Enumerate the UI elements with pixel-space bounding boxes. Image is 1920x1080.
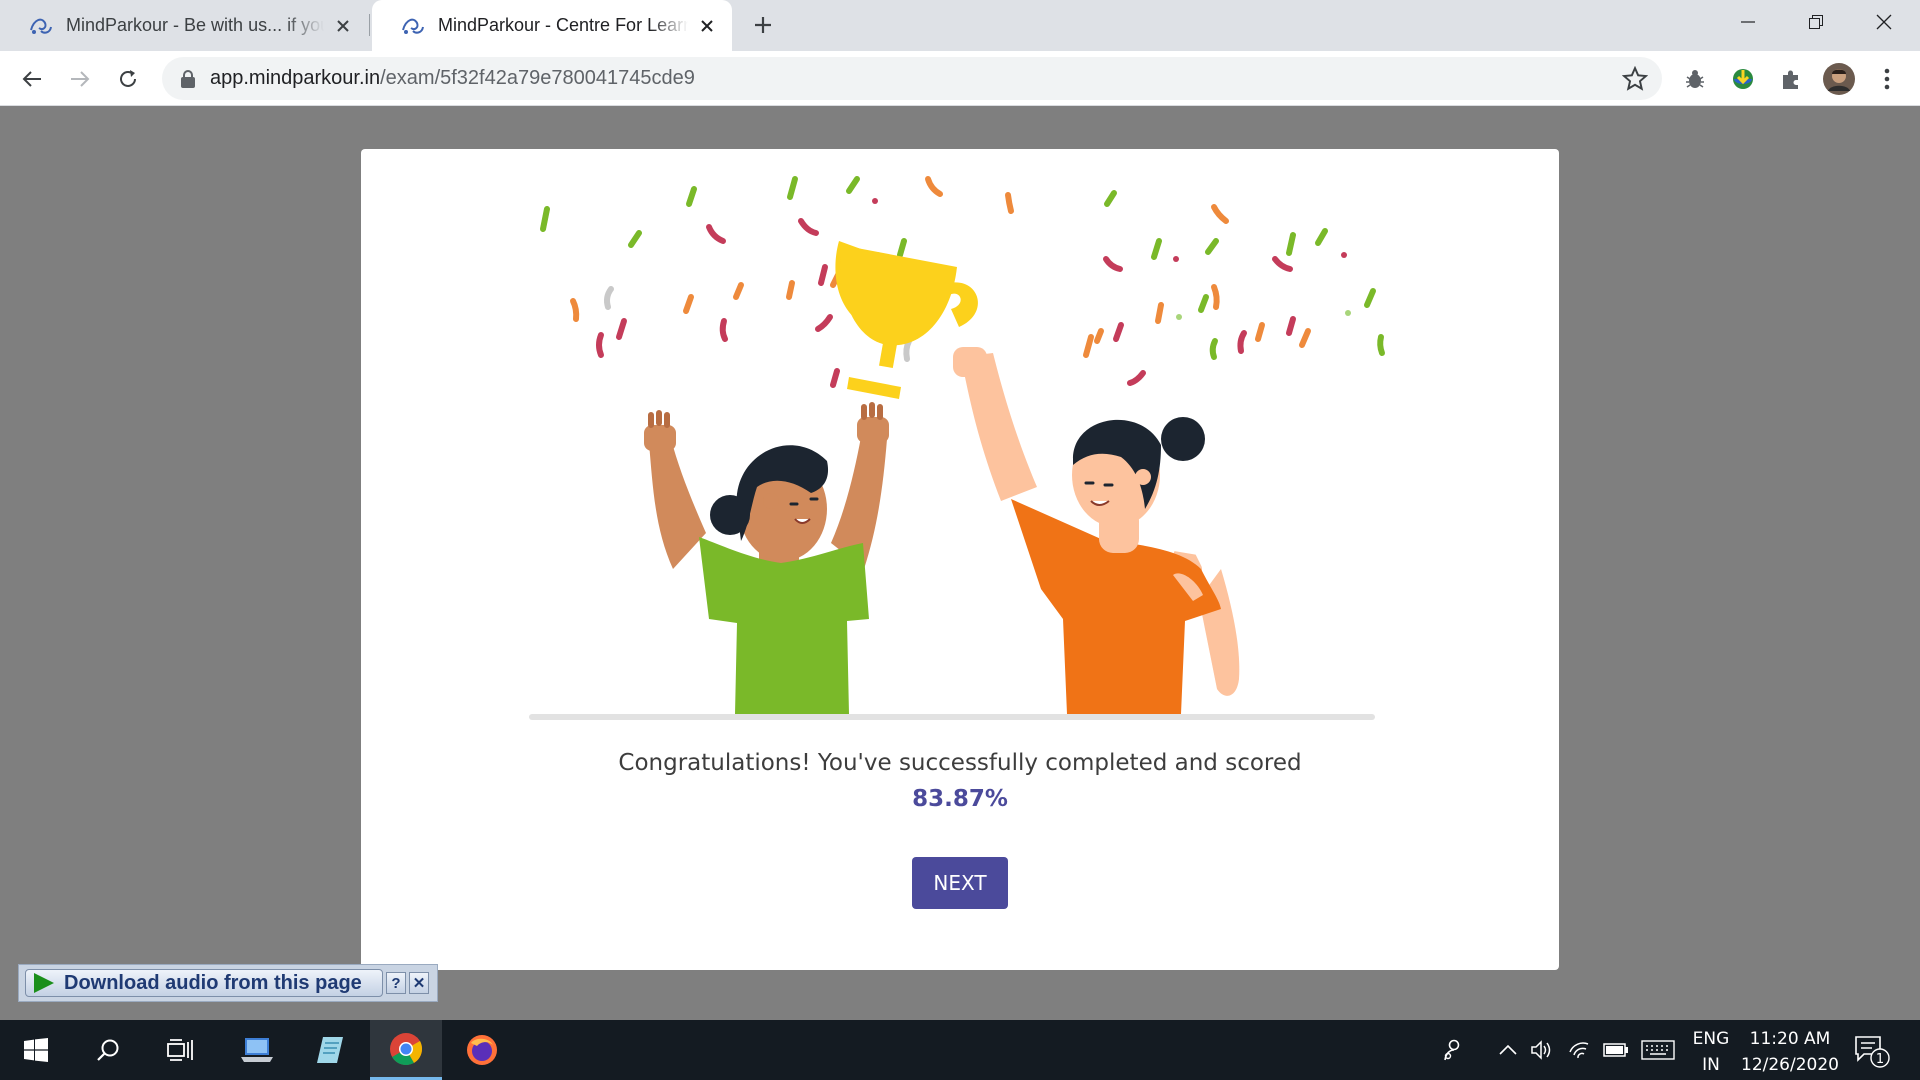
trophy xyxy=(835,241,978,399)
close-bar-button[interactable]: ✕ xyxy=(409,972,429,994)
download-audio-label: Download audio from this page xyxy=(64,971,362,994)
firefox-icon xyxy=(467,1035,497,1065)
exam-result-modal: Congratulations! You've successfully com… xyxy=(361,149,1559,970)
clock-date: 12/26/2020 xyxy=(1741,1055,1839,1075)
taskbar-app-laptop[interactable] xyxy=(221,1020,293,1080)
touch-keyboard-icon[interactable] xyxy=(1640,1034,1676,1066)
search-button[interactable] xyxy=(72,1020,144,1080)
taskbar-app-notes[interactable] xyxy=(294,1020,366,1080)
address-bar[interactable]: app.mindparkour.in/exam/5f32f42a79e78004… xyxy=(162,57,1662,100)
tab-title: MindParkour - Centre For Learning xyxy=(438,15,688,35)
bug-extension-icon[interactable] xyxy=(1679,63,1711,95)
start-button[interactable] xyxy=(0,1020,72,1080)
green-shirt-person xyxy=(644,402,889,714)
ground-line xyxy=(529,714,1375,720)
profile-avatar[interactable] xyxy=(1823,63,1855,95)
mindparkour-favicon-icon xyxy=(30,18,52,34)
page-viewport: Congratulations! You've successfully com… xyxy=(0,106,1920,1020)
taskbar: ENG IN 11:20 AM 12/26/2020 1 xyxy=(0,1020,1920,1080)
language-code: ENG xyxy=(1692,1029,1730,1049)
volume-icon[interactable] xyxy=(1526,1034,1558,1066)
congratulations-message: Congratulations! You've successfully com… xyxy=(618,750,1302,776)
action-center-button[interactable]: 1 xyxy=(1852,1034,1892,1068)
chrome-icon xyxy=(390,1032,423,1065)
download-audio-bar: Download audio from this page ? ✕ xyxy=(18,964,438,1002)
reload-button[interactable] xyxy=(110,61,146,97)
notification-icon: 1 xyxy=(1855,1036,1890,1068)
tab-mindparkour-learning[interactable]: MindParkour - Centre For Learning xyxy=(372,0,732,51)
search-icon xyxy=(97,1039,119,1061)
play-icon xyxy=(34,973,54,993)
bookmark-star-icon[interactable] xyxy=(1622,66,1648,92)
notification-count: 1 xyxy=(1876,1052,1884,1067)
task-view-icon xyxy=(167,1039,193,1061)
back-button[interactable] xyxy=(14,61,50,97)
url-text: app.mindparkour.in/exam/5f32f42a79e78004… xyxy=(210,67,695,90)
language-indicator[interactable]: ENG IN xyxy=(1690,1026,1732,1078)
laptop-app-icon xyxy=(241,1038,273,1062)
show-hidden-icons-chevron-icon[interactable] xyxy=(1492,1034,1524,1066)
extensions-puzzle-icon[interactable] xyxy=(1775,63,1807,95)
taskbar-app-firefox[interactable] xyxy=(446,1020,518,1080)
people-icon[interactable] xyxy=(1437,1034,1469,1066)
celebration-illustration xyxy=(529,176,1385,720)
orange-shirt-person-with-trophy xyxy=(835,241,1240,714)
next-button[interactable]: NEXT xyxy=(912,857,1008,909)
new-tab-button[interactable] xyxy=(748,10,778,40)
download-audio-button[interactable]: Download audio from this page xyxy=(25,969,383,997)
taskbar-app-chrome[interactable] xyxy=(370,1020,442,1080)
browser-toolbar: app.mindparkour.in/exam/5f32f42a79e78004… xyxy=(0,51,1920,106)
score-value: 83.87% xyxy=(912,786,1008,812)
close-tab-icon[interactable] xyxy=(696,15,718,37)
mindparkour-favicon-icon xyxy=(402,18,424,34)
close-tab-icon[interactable] xyxy=(332,15,354,37)
minimize-button[interactable] xyxy=(1714,0,1782,44)
tab-separator xyxy=(369,14,370,36)
wifi-icon[interactable] xyxy=(1564,1034,1596,1066)
tab-mindparkour-home[interactable]: MindParkour - Be with us... if you can! xyxy=(0,0,368,51)
url-host: app.mindparkour.in xyxy=(210,67,381,89)
close-window-button[interactable] xyxy=(1850,0,1918,44)
url-path: /exam/5f32f42a79e780041745cde9 xyxy=(380,67,695,89)
tab-title: MindParkour - Be with us... if you can! xyxy=(66,15,324,35)
forward-button[interactable] xyxy=(62,61,98,97)
language-region: IN xyxy=(1702,1055,1720,1075)
tab-strip: MindParkour - Be with us... if you can! … xyxy=(0,0,1920,51)
task-view-button[interactable] xyxy=(144,1020,216,1080)
system-clock[interactable]: 11:20 AM 12/26/2020 xyxy=(1740,1026,1840,1078)
browser-menu-icon[interactable] xyxy=(1871,63,1903,95)
battery-icon[interactable] xyxy=(1600,1034,1632,1066)
clock-time: 11:20 AM xyxy=(1749,1029,1831,1049)
restore-button[interactable] xyxy=(1782,0,1850,44)
windows-logo-icon xyxy=(24,1038,48,1062)
downloader-extension-icon[interactable] xyxy=(1727,63,1759,95)
help-button[interactable]: ? xyxy=(386,972,406,994)
lock-icon xyxy=(181,69,195,88)
notes-app-icon xyxy=(317,1037,343,1063)
